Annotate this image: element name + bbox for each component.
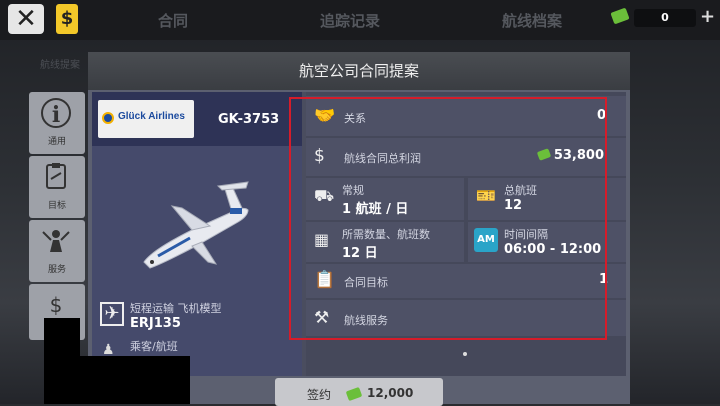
top-bar: ✕ $ 合同 追踪记录 航线档案 0 + <box>0 0 720 40</box>
airline-header: Glück Airlines GK-3753 <box>92 92 302 146</box>
service-icon <box>41 226 71 256</box>
airline-panel: Glück Airlines GK-3753 ✈ 短程运输 飞机模型 ERJ13… <box>92 92 302 376</box>
side-tab-goal[interactable]: 目标 <box>29 156 85 218</box>
cash-display: 0 + <box>610 6 716 30</box>
tab-tracking[interactable]: 追踪记录 <box>320 10 380 31</box>
side-tab-general[interactable]: i 通用 <box>29 92 85 154</box>
side-tab-service[interactable]: 服务 <box>29 220 85 282</box>
info-icon: i <box>41 98 71 128</box>
aircraft-value: ERJ135 <box>130 316 181 331</box>
side-tab-label: 目标 <box>47 201 66 211</box>
redaction-block <box>44 318 80 404</box>
cash-icon <box>345 386 363 402</box>
tab-route-archive[interactable]: 航线档案 <box>502 10 562 31</box>
cash-icon <box>610 7 630 25</box>
aircraft-model-row: ✈ 短程运输 飞机模型 ERJ135 <box>96 298 302 336</box>
page-dot <box>463 352 467 356</box>
sign-contract-button[interactable]: 签约 12,000 <box>275 378 443 406</box>
side-tab-label: 服务 <box>47 265 66 275</box>
contract-id: GK-3753 <box>218 112 280 127</box>
passengers-label: 乘客/航班 <box>130 340 178 353</box>
redaction-block <box>80 356 190 404</box>
side-label: 航线提案 <box>40 60 80 71</box>
sign-price: 12,000 <box>367 386 414 400</box>
profit-icon: $ <box>49 293 63 317</box>
sign-label: 签约 <box>307 388 332 402</box>
airline-logo-icon <box>102 112 114 124</box>
cash-value: 0 <box>634 9 696 27</box>
airline-logo: Glück Airlines <box>98 100 194 138</box>
modal-title: 航空公司合同提案 <box>88 52 630 90</box>
aircraft-image <box>92 146 302 294</box>
money-icon[interactable]: $ <box>56 4 78 34</box>
airplane-icon: ✈ <box>100 302 124 326</box>
side-tab-label: 通用 <box>47 137 66 147</box>
highlight-box <box>289 97 607 340</box>
close-button[interactable]: ✕ <box>8 4 44 34</box>
clipboard-icon <box>41 162 71 192</box>
tab-contracts[interactable]: 合同 <box>158 10 188 31</box>
airline-name: Glück Airlines <box>118 111 185 122</box>
aircraft-label: 短程运输 飞机模型 <box>130 302 222 315</box>
add-cash-button[interactable]: + <box>700 6 715 27</box>
